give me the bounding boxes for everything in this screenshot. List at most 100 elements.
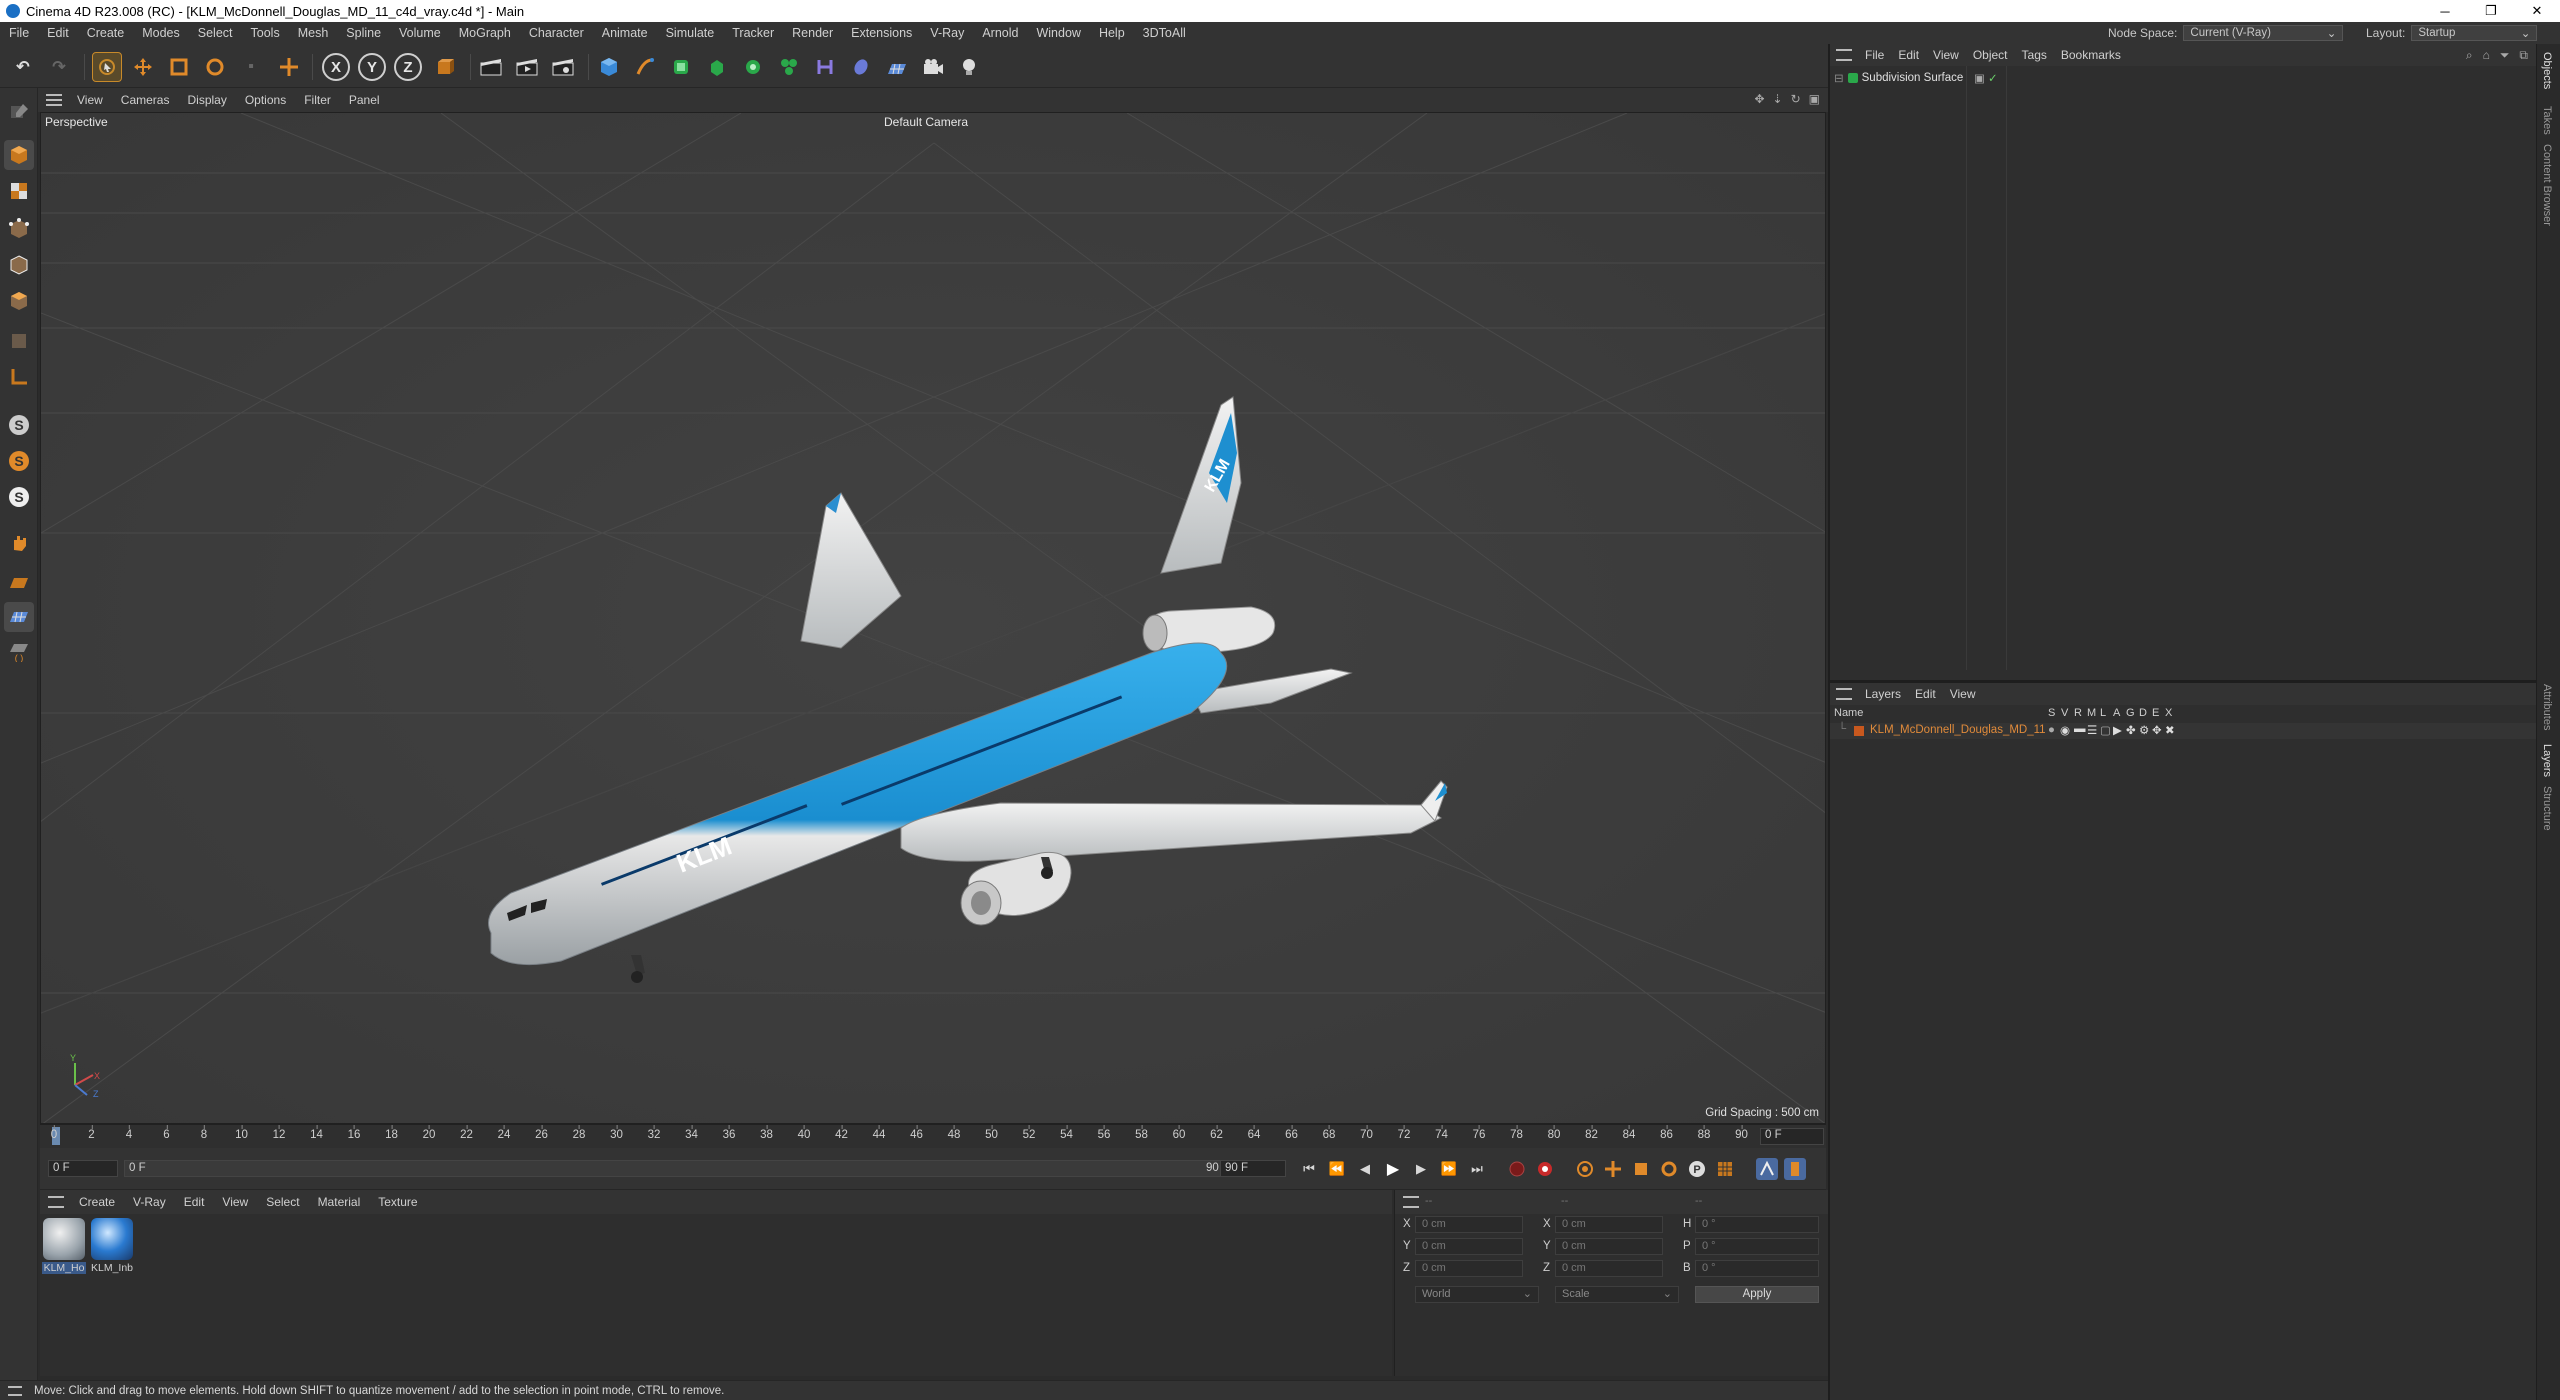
menu-3dtoall[interactable]: 3DToAll [1134, 26, 1195, 40]
start-frame-field[interactable]: 0 F [48, 1160, 118, 1177]
deformer-button[interactable] [810, 52, 840, 82]
object-row-subdivision-surface[interactable]: ⊟ Subdivision Surface ▣ ✓ [1834, 70, 1998, 86]
key-parameter-button[interactable]: P [1686, 1158, 1708, 1180]
key-position-button[interactable] [1602, 1158, 1624, 1180]
expression-icon[interactable]: ✥ [2152, 723, 2162, 737]
coordinate-space-dropdown[interactable]: World ⌄ [1415, 1286, 1539, 1303]
coordinate-system-button[interactable] [430, 52, 460, 82]
texture-mode-button[interactable] [4, 176, 34, 206]
axis-mode-button[interactable] [4, 362, 34, 392]
workplane-button[interactable] [4, 568, 34, 598]
material-swatch[interactable]: KLM_Ho [42, 1218, 86, 1274]
viewport-menu-view[interactable]: View [68, 93, 112, 107]
menu-mesh[interactable]: Mesh [289, 26, 338, 40]
object-menu-file[interactable]: File [1858, 48, 1891, 62]
size-mode-dropdown[interactable]: Scale ⌄ [1555, 1286, 1679, 1303]
cloner-button[interactable] [738, 52, 768, 82]
material-menu-create[interactable]: Create [70, 1195, 124, 1209]
deformer-gear-icon[interactable]: ⚙ [2139, 723, 2149, 737]
keyframe-selection-button[interactable] [1574, 1158, 1596, 1180]
key-pla-button[interactable] [1714, 1158, 1736, 1180]
hamburger-menu-icon[interactable] [1403, 1196, 1419, 1208]
x-axis-lock-button[interactable]: X [322, 53, 350, 81]
snap-button[interactable]: S [4, 410, 34, 440]
next-frame-button[interactable]: ▶ [1410, 1158, 1432, 1180]
perspective-viewport[interactable]: Y X Z KLM KLM Perspective Default Camera… [40, 112, 1826, 1124]
animation-play-icon[interactable]: ▶ [2113, 723, 2122, 737]
material-menu-select[interactable]: Select [257, 1195, 308, 1209]
object-menu-view[interactable]: View [1926, 48, 1966, 62]
menu-modes[interactable]: Modes [133, 26, 189, 40]
material-menu-vray[interactable]: V-Ray [124, 1195, 175, 1209]
close-button[interactable]: ✕ [2514, 0, 2560, 22]
render-view-button[interactable] [476, 52, 506, 82]
menu-help[interactable]: Help [1090, 26, 1134, 40]
material-menu-edit[interactable]: Edit [175, 1195, 214, 1209]
pos-y-field[interactable]: 0 cm [1415, 1238, 1523, 1255]
light-button[interactable] [954, 52, 984, 82]
layout-dropdown[interactable]: Startup ⌄ [2411, 25, 2538, 41]
menu-spline[interactable]: Spline [337, 26, 390, 40]
menu-arnold[interactable]: Arnold [973, 26, 1027, 40]
undo-button[interactable]: ↶ [8, 52, 38, 82]
search-icon[interactable]: ⌕ [2466, 48, 2473, 63]
menu-tools[interactable]: Tools [242, 26, 289, 40]
expand-icon[interactable]: ⊟ [1834, 71, 1844, 85]
frame-range-slider[interactable]: 0 F 90 F [124, 1160, 1236, 1177]
previous-frame-button[interactable]: ◀ [1354, 1158, 1376, 1180]
xref-icon[interactable]: ✖ [2165, 723, 2175, 737]
checkmark-icon[interactable]: ✓ [1988, 71, 1998, 85]
tab-structure[interactable]: Structure [2541, 786, 2553, 831]
object-menu-object[interactable]: Object [1966, 48, 2015, 62]
restore-button[interactable]: ❐ [2468, 0, 2514, 22]
recent-tool-button[interactable]: ▪ [236, 52, 266, 82]
manager-list-icon[interactable]: ☰ [2087, 723, 2097, 737]
render-picture-viewer-button[interactable] [512, 52, 542, 82]
size-y-field[interactable]: 0 cm [1555, 1238, 1663, 1255]
viewport-menu-options[interactable]: Options [236, 93, 295, 107]
tab-content-browser[interactable]: Content Browser [2541, 144, 2553, 226]
workplane-lock-button[interactable] [4, 602, 34, 632]
hamburger-menu-icon[interactable] [48, 1196, 64, 1208]
solo-dot-icon[interactable]: ● [2048, 724, 2055, 736]
transform-tool-button[interactable] [274, 52, 304, 82]
menu-file[interactable]: File [0, 26, 38, 40]
tab-attributes[interactable]: Attributes [2541, 684, 2553, 730]
node-space-dropdown[interactable]: Current (V-Ray) ⌄ [2183, 25, 2344, 41]
render-clapper-icon[interactable]: ▬ [2074, 723, 2086, 735]
rot-h-field[interactable]: 0 ° [1695, 1216, 1819, 1233]
tab-takes[interactable]: Takes [2541, 106, 2553, 135]
layer-row[interactable]: └ KLM_McDonnell_Douglas_MD_11 ● ◉ ▬ ☰ ▢ … [1830, 723, 2536, 739]
material-menu-view[interactable]: View [213, 1195, 257, 1209]
size-z-field[interactable]: 0 cm [1555, 1260, 1663, 1277]
apply-button[interactable]: Apply [1695, 1286, 1819, 1303]
pos-x-field[interactable]: 0 cm [1415, 1216, 1523, 1233]
dolly-view-icon[interactable]: ⇣ [1773, 92, 1783, 106]
rot-p-field[interactable]: 0 ° [1695, 1238, 1819, 1255]
generator-icon[interactable]: ✤ [2126, 723, 2136, 737]
tab-layers[interactable]: Layers [2541, 744, 2553, 777]
go-to-end-button[interactable]: ⏭ [1466, 1158, 1488, 1180]
axis-lock-button[interactable]: ( ) [4, 636, 34, 666]
camera-button[interactable] [918, 52, 948, 82]
make-editable-button[interactable] [4, 96, 34, 126]
floor-button[interactable] [882, 52, 912, 82]
redo-button[interactable]: ↷ [44, 52, 74, 82]
object-menu-edit[interactable]: Edit [1891, 48, 1926, 62]
live-selection-button[interactable] [92, 52, 122, 82]
timeline-window-button[interactable] [1756, 1158, 1778, 1180]
rotate-view-icon[interactable]: ↻ [1791, 92, 1801, 106]
next-key-button[interactable]: ⏩ [1438, 1158, 1460, 1180]
polygons-mode-button[interactable] [4, 286, 34, 316]
workplane-snap-button[interactable]: S [4, 482, 34, 512]
viewport-menu-display[interactable]: Display [178, 93, 235, 107]
material-menu-material[interactable]: Material [309, 1195, 370, 1209]
uv-mode-button[interactable] [4, 326, 34, 356]
menu-volume[interactable]: Volume [390, 26, 450, 40]
size-x-field[interactable]: 0 cm [1555, 1216, 1663, 1233]
layer-color-swatch[interactable] [1854, 726, 1864, 736]
dope-sheet-button[interactable] [1784, 1158, 1806, 1180]
menu-select[interactable]: Select [189, 26, 242, 40]
snap-settings-button[interactable]: S [4, 446, 34, 476]
model-mode-button[interactable] [4, 140, 34, 170]
